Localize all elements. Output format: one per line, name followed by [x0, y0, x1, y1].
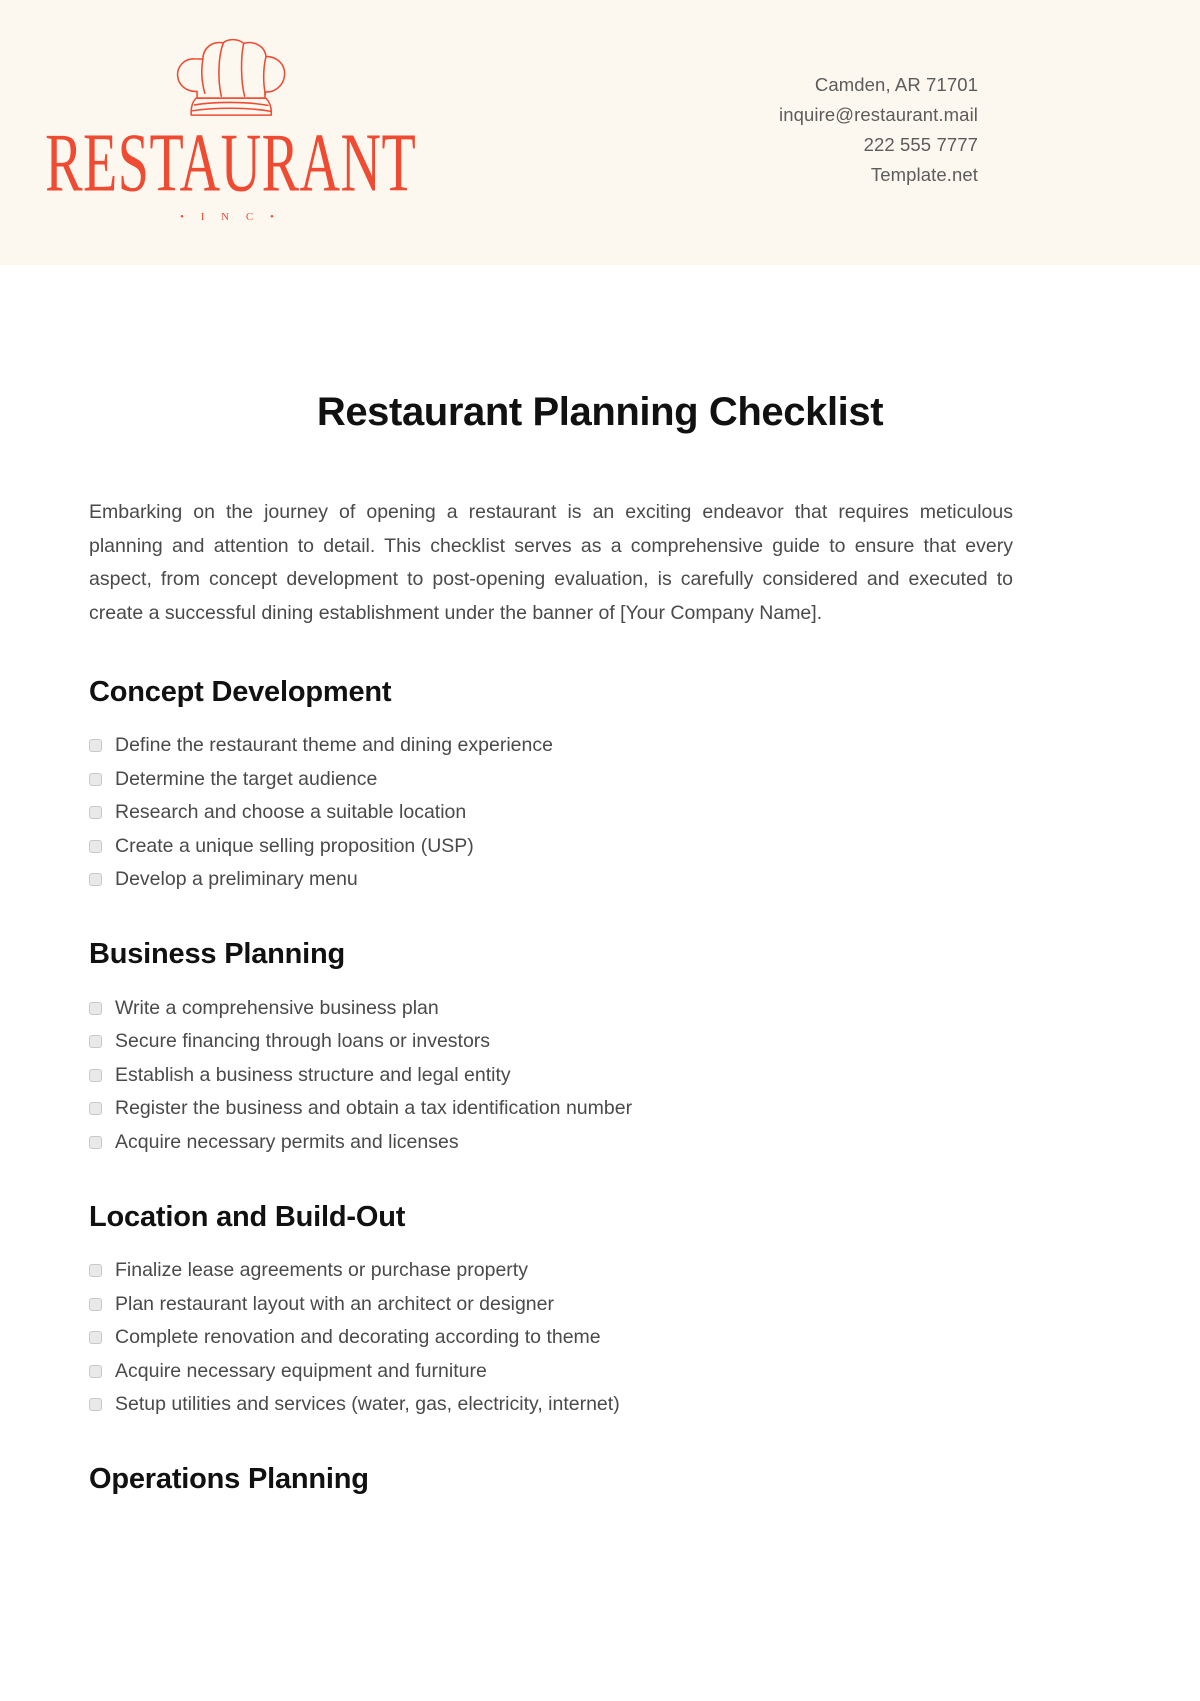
list-item[interactable]: Create a unique selling proposition (USP…	[89, 834, 1111, 859]
checkbox-icon[interactable]	[89, 739, 102, 753]
checkbox-icon[interactable]	[89, 1331, 102, 1345]
checklist: Define the restaurant theme and dining e…	[89, 733, 1111, 892]
page-title: Restaurant Planning Checklist	[316, 390, 884, 434]
checkbox-icon[interactable]	[89, 1135, 102, 1149]
list-item[interactable]: Register the business and obtain a tax i…	[89, 1096, 1111, 1121]
logo-subtitle: • I N C •	[180, 211, 281, 223]
section-heading: Concept Development	[89, 676, 392, 708]
list-item-label: Plan restaurant layout with an architect…	[115, 1292, 554, 1315]
list-item[interactable]: Secure financing through loans or invest…	[89, 1029, 1111, 1054]
list-item-label: Acquire necessary equipment and furnitur…	[115, 1359, 487, 1382]
list-item-label: Create a unique selling proposition (USP…	[115, 834, 474, 857]
company-logo: RESTAURANT • I N C •	[45, 38, 416, 223]
contact-address: Camden, AR 71701	[814, 74, 978, 95]
checkbox-icon[interactable]	[89, 772, 102, 786]
list-item[interactable]: Establish a business structure and legal…	[89, 1063, 1111, 1088]
checkbox-icon[interactable]	[89, 1102, 102, 1116]
intro-paragraph: Embarking on the journey of opening a re…	[89, 501, 1013, 624]
list-item[interactable]: Acquire necessary equipment and furnitur…	[89, 1359, 1111, 1384]
section-heading: Location and Build-Out	[89, 1200, 406, 1233]
list-item-label: Register the business and obtain a tax i…	[115, 1097, 633, 1120]
checkbox-icon[interactable]	[89, 1001, 102, 1015]
list-item[interactable]: Research and choose a suitable location	[89, 800, 1111, 825]
checkbox-icon[interactable]	[89, 806, 102, 820]
checklist: Finalize lease agreements or purchase pr…	[89, 1258, 1111, 1417]
section-concept-development: Concept Development Define the restauran…	[89, 676, 1111, 892]
checkbox-icon[interactable]	[89, 1264, 102, 1278]
list-item[interactable]: Acquire necessary permits and licenses	[89, 1130, 1111, 1155]
contact-phone[interactable]: 222 555 7777	[779, 130, 978, 160]
section-location-and-build-out: Location and Build-Out Finalize lease ag…	[89, 1201, 1111, 1417]
section-operations-planning: Operations Planning	[89, 1463, 1111, 1496]
list-item-label: Determine the target audience	[115, 767, 378, 790]
list-item[interactable]: Complete renovation and decorating accor…	[89, 1325, 1111, 1350]
list-item[interactable]: Finalize lease agreements or purchase pr…	[89, 1258, 1111, 1283]
list-item-label: Write a comprehensive business plan	[115, 996, 439, 1019]
section-heading: Operations Planning	[89, 1463, 369, 1496]
document-body: Restaurant Planning Checklist Embarking …	[0, 265, 1200, 1497]
checkbox-icon[interactable]	[89, 1398, 102, 1412]
logo-wordmark: RESTAURANT	[44, 117, 417, 211]
list-item[interactable]: Determine the target audience	[89, 767, 1111, 792]
list-item[interactable]: Develop a preliminary menu	[89, 867, 1111, 892]
checklist: Write a comprehensive business plan Secu…	[89, 996, 1111, 1155]
checkbox-icon[interactable]	[89, 1068, 102, 1082]
list-item-label: Setup utilities and services (water, gas…	[115, 1393, 620, 1416]
list-item-label: Acquire necessary permits and licenses	[115, 1130, 459, 1153]
section-business-planning: Business Planning Write a comprehensive …	[89, 938, 1111, 1154]
list-item-label: Establish a business structure and legal…	[115, 1063, 511, 1086]
document-header: RESTAURANT • I N C • Camden, AR 71701 in…	[0, 0, 1200, 265]
list-item[interactable]: Define the restaurant theme and dining e…	[89, 733, 1111, 758]
list-item-label: Define the restaurant theme and dining e…	[115, 734, 553, 757]
chef-hat-icon	[176, 38, 285, 116]
contact-email[interactable]: inquire@restaurant.mail	[779, 100, 978, 130]
list-item[interactable]: Setup utilities and services (water, gas…	[89, 1392, 1111, 1417]
list-item[interactable]: Write a comprehensive business plan	[89, 996, 1111, 1021]
list-item-label: Research and choose a suitable location	[115, 801, 467, 824]
contact-info: Camden, AR 71701 inquire@restaurant.mail…	[779, 70, 978, 190]
list-item-label: Finalize lease agreements or purchase pr…	[115, 1259, 528, 1282]
list-item-label: Complete renovation and decorating accor…	[115, 1326, 601, 1349]
checkbox-icon[interactable]	[89, 1297, 102, 1311]
contact-website[interactable]: Template.net	[779, 160, 978, 190]
checkbox-icon[interactable]	[89, 1364, 102, 1378]
list-item-label: Secure financing through loans or invest…	[115, 1030, 491, 1053]
checkbox-icon[interactable]	[89, 839, 102, 853]
section-heading: Business Planning	[89, 938, 346, 971]
list-item-label: Develop a preliminary menu	[115, 868, 358, 891]
checkbox-icon[interactable]	[89, 1035, 102, 1049]
list-item[interactable]: Plan restaurant layout with an architect…	[89, 1292, 1111, 1317]
checkbox-icon[interactable]	[89, 873, 102, 887]
